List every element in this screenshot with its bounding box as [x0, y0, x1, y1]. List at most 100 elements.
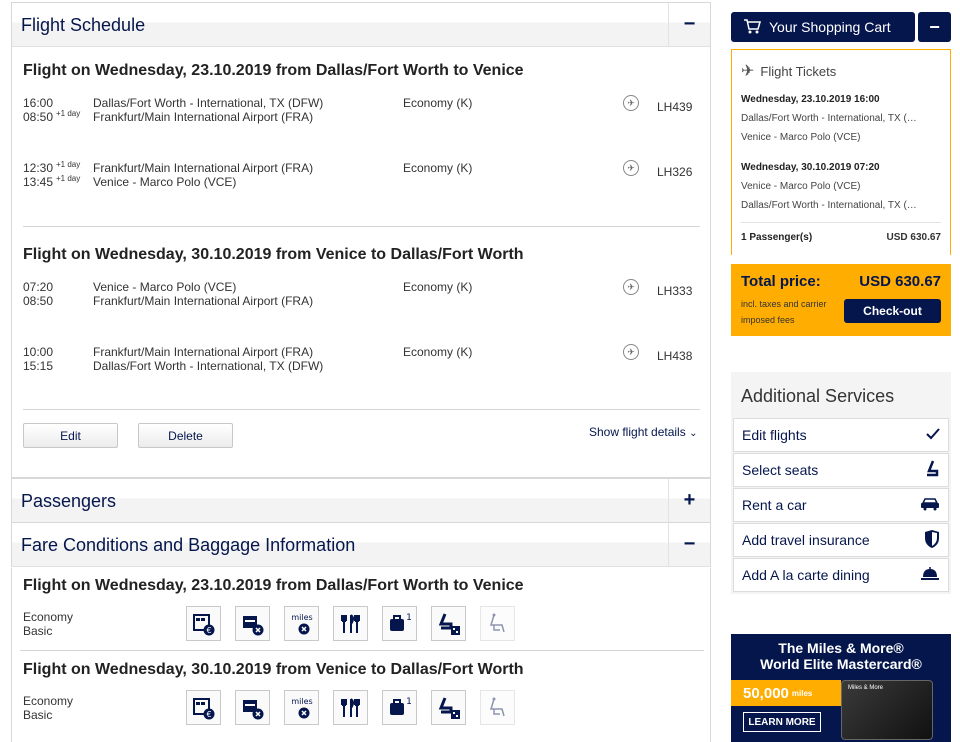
service-a-la-carte-dining[interactable]: Add A la carte dining: [733, 558, 949, 592]
flight-leg: 12:30 +1 day 13:45 +1 day Frankfurt/Main…: [23, 160, 703, 193]
chevron-down-icon: ⌄: [689, 428, 698, 439]
dining-cloche-icon: [920, 566, 940, 585]
departure-time: 12:30: [23, 161, 54, 175]
departure-airport: Frankfurt/Main International Airport (FR…: [93, 345, 314, 359]
divider: [20, 650, 704, 651]
total-price-note: incl. taxes and carrier imposed fees: [741, 299, 827, 325]
arrival-time: 08:50: [23, 294, 54, 308]
collapse-toggle[interactable]: −: [668, 2, 710, 47]
airline-logo-icon: ✈: [623, 279, 639, 295]
refund-not-allowed-icon[interactable]: [235, 690, 270, 725]
fare-icons-row: € miles 1: [186, 606, 515, 641]
flight-leg: 07:20 08:50 Venice - Marco Polo (VCE) Fr…: [23, 279, 703, 312]
seat-reservation-fee-icon[interactable]: [431, 606, 466, 641]
departure-time: 07:20: [23, 280, 54, 294]
fare-icons-row: € miles 1: [186, 690, 515, 725]
miles-not-earned-icon[interactable]: miles: [284, 606, 319, 641]
service-rent-a-car[interactable]: Rent a car: [733, 488, 949, 522]
fare-conditions-panel: Fare Conditions and Baggage Information …: [11, 522, 711, 567]
passengers-title: Passengers: [21, 491, 117, 511]
flight-schedule-header[interactable]: Flight Schedule −: [12, 2, 710, 47]
miles-and-more-ad[interactable]: The Miles & More® World Elite Mastercard…: [731, 634, 951, 742]
airline-logo-icon: ✈: [623, 160, 639, 176]
service-select-seats[interactable]: Select seats: [733, 453, 949, 487]
passengers-header[interactable]: Passengers +: [12, 478, 710, 523]
trip-destination: Venice - Marco Polo (VCE): [741, 132, 861, 143]
checkmark-icon: [926, 427, 940, 443]
meal-icon[interactable]: [333, 606, 368, 641]
arrival-airport: Frankfurt/Main International Airport (FR…: [93, 110, 314, 124]
delete-button[interactable]: Delete: [138, 423, 233, 448]
flight-number: LH439: [657, 100, 693, 114]
meal-icon[interactable]: [333, 690, 368, 725]
ad-miles-value: 50,000: [743, 684, 789, 702]
additional-services-panel: Additional Services Edit flights Select …: [731, 372, 951, 594]
rebooking-fee-icon[interactable]: €: [186, 690, 221, 725]
bag-count: 1: [406, 697, 412, 707]
day-offset: +1 day: [56, 174, 81, 183]
flight-schedule-title: Flight Schedule: [21, 15, 146, 35]
cabin-class: Economy (K): [403, 280, 473, 294]
arrival-airport: Venice - Marco Polo (VCE): [93, 175, 237, 189]
trip-datetime: Wednesday, 23.10.2019 16:00: [741, 94, 880, 105]
cart-collapse-button[interactable]: −: [918, 12, 951, 42]
arrival-airport: Dallas/Fort Worth - International, TX (D…: [93, 359, 324, 373]
airplane-icon: ✈: [741, 63, 755, 80]
carry-on-baggage-icon[interactable]: 1: [382, 606, 417, 641]
flight-tickets-title: Flight Tickets: [760, 63, 837, 79]
checkout-button[interactable]: Check-out: [844, 299, 941, 323]
miles-not-earned-icon[interactable]: miles: [284, 690, 319, 725]
total-price-box: Total price: USD 630.67 incl. taxes and …: [731, 264, 951, 336]
trip-origin: Dallas/Fort Worth - International, TX (…: [741, 113, 917, 124]
shopping-cart-label: Your Shopping Cart: [769, 19, 891, 35]
cabin-class: Economy (K): [403, 345, 473, 359]
refund-not-allowed-icon[interactable]: [235, 606, 270, 641]
service-label: Add travel insurance: [742, 532, 870, 548]
inbound-flight-title: Flight on Wednesday, 30.10.2019 from Ven…: [23, 246, 524, 263]
divider: [23, 226, 700, 227]
ad-miles-badge: 50,000 miles: [731, 680, 841, 706]
expand-toggle[interactable]: +: [668, 478, 710, 523]
flight-number: LH333: [657, 284, 693, 298]
cabin-class: Economy (K): [403, 161, 473, 175]
flight-number: LH438: [657, 349, 693, 363]
bag-count: 1: [406, 613, 412, 623]
departure-airport: Dallas/Fort Worth - International, TX (D…: [93, 96, 324, 110]
fare-flight-title: Flight on Wednesday, 23.10.2019 from Dal…: [23, 577, 524, 594]
passenger-count: 1 Passenger(s): [741, 232, 813, 243]
outbound-flight-title: Flight on Wednesday, 23.10.2019 from Dal…: [23, 62, 524, 79]
service-travel-insurance[interactable]: Add travel insurance: [733, 523, 949, 557]
arrival-time: 15:15: [23, 359, 54, 373]
edit-button[interactable]: Edit: [23, 423, 118, 448]
upgrade-unavailable-icon[interactable]: [480, 606, 515, 641]
shopping-cart-button[interactable]: Your Shopping Cart: [731, 12, 915, 42]
ad-subheadline: World Elite Mastercard®: [760, 656, 922, 672]
departure-time: 10:00: [23, 345, 54, 359]
day-offset: +1 day: [56, 109, 81, 118]
collapse-toggle[interactable]: −: [668, 522, 710, 567]
card-brand-text: Miles & More: [848, 685, 884, 691]
upgrade-unavailable-icon[interactable]: [480, 690, 515, 725]
ad-miles-unit: miles: [791, 688, 813, 698]
departure-time: 16:00: [23, 96, 54, 110]
fare-name-line: Economy: [23, 610, 74, 624]
carry-on-baggage-icon[interactable]: 1: [382, 690, 417, 725]
flight-tickets-panel: ✈ Flight Tickets Wednesday, 23.10.2019 1…: [731, 49, 951, 255]
fare-conditions-header[interactable]: Fare Conditions and Baggage Information …: [12, 522, 710, 567]
fare-conditions-body: Flight on Wednesday, 23.10.2019 from Dal…: [11, 568, 711, 742]
show-flight-details-label: Show flight details: [589, 425, 686, 439]
service-edit-flights[interactable]: Edit flights: [733, 418, 949, 452]
learn-more-button[interactable]: LEARN MORE: [743, 712, 821, 732]
arrival-airport: Frankfurt/Main International Airport (FR…: [93, 294, 314, 308]
rebooking-fee-icon[interactable]: €: [186, 606, 221, 641]
car-icon: [920, 497, 940, 514]
svg-text:€: €: [206, 626, 211, 635]
trip-destination: Dallas/Fort Worth - International, TX (…: [741, 200, 917, 211]
seat-reservation-fee-icon[interactable]: [431, 690, 466, 725]
passenger-amount: USD 630.67: [886, 232, 941, 243]
divider: [741, 222, 941, 223]
show-flight-details-link[interactable]: Show flight details ⌄: [589, 425, 697, 439]
service-label: Add A la carte dining: [742, 567, 870, 583]
credit-card-image: Miles & More: [841, 680, 933, 740]
day-offset: +1 day: [56, 160, 81, 169]
